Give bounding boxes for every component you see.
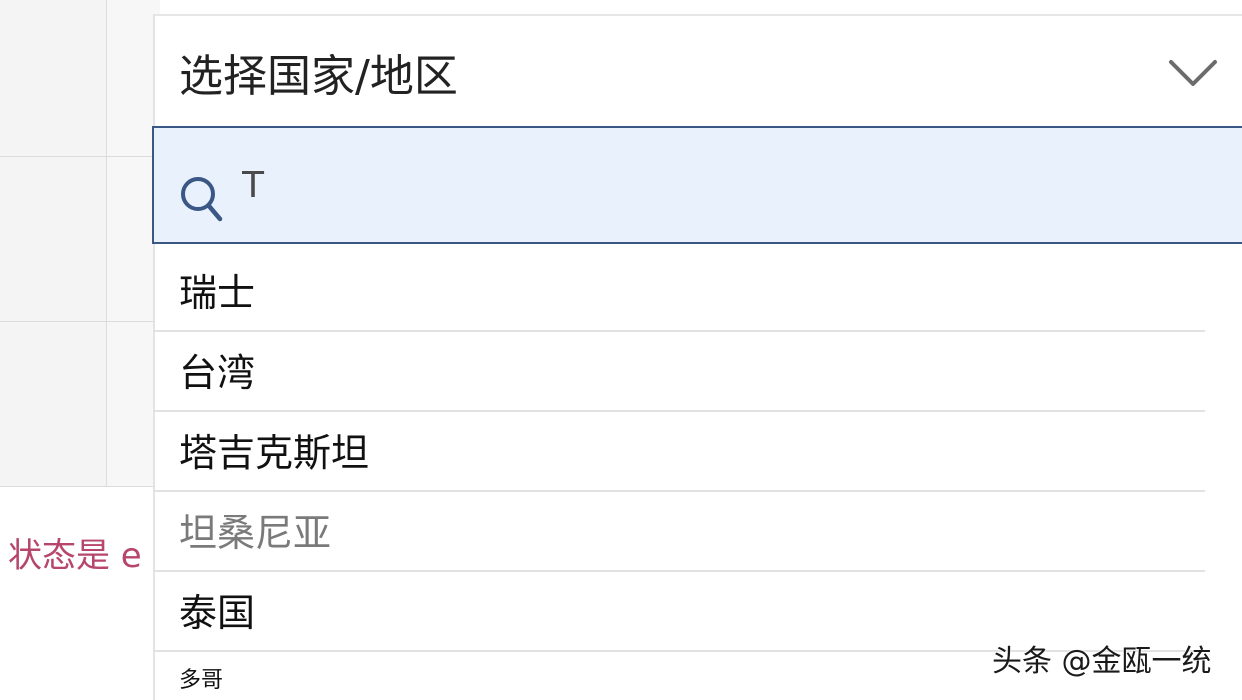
select-label: 选择国家/地区	[179, 51, 458, 102]
background-cell	[0, 0, 106, 156]
search-input[interactable]	[242, 164, 1142, 208]
country-region-dropdown: 选择国家/地区 瑞士 台湾 塔吉克斯坦 坦桑尼亚 泰国 多哥	[152, 14, 1242, 700]
background-divider	[106, 0, 107, 486]
background-divider	[0, 156, 160, 157]
background-divider	[0, 486, 160, 487]
list-item[interactable]: 台湾	[155, 332, 1205, 412]
watermark: 头条 @金瓯一统	[992, 644, 1212, 679]
chevron-down-icon[interactable]	[1167, 52, 1219, 92]
search-icon	[181, 177, 223, 222]
option-label: 台湾	[179, 351, 256, 395]
background-cell	[0, 157, 106, 321]
background-cell	[0, 322, 106, 486]
background-panel	[0, 0, 160, 486]
option-label: 多哥	[179, 668, 224, 693]
search-box[interactable]	[152, 126, 1242, 244]
option-label: 瑞士	[179, 271, 256, 315]
list-item[interactable]: 泰国	[155, 572, 1205, 652]
option-label: 泰国	[179, 591, 256, 635]
list-item[interactable]: 瑞士	[155, 252, 1205, 332]
option-list: 瑞士 台湾 塔吉克斯坦 坦桑尼亚 泰国 多哥	[155, 252, 1205, 693]
status-text: 状态是 e	[8, 536, 142, 576]
option-label: 坦桑尼亚	[179, 511, 332, 555]
list-item[interactable]: 塔吉克斯坦	[155, 412, 1205, 492]
background-divider	[0, 321, 160, 322]
option-label: 塔吉克斯坦	[179, 431, 370, 475]
list-item[interactable]: 坦桑尼亚	[155, 492, 1205, 572]
country-region-select[interactable]: 选择国家/地区	[155, 14, 1242, 128]
